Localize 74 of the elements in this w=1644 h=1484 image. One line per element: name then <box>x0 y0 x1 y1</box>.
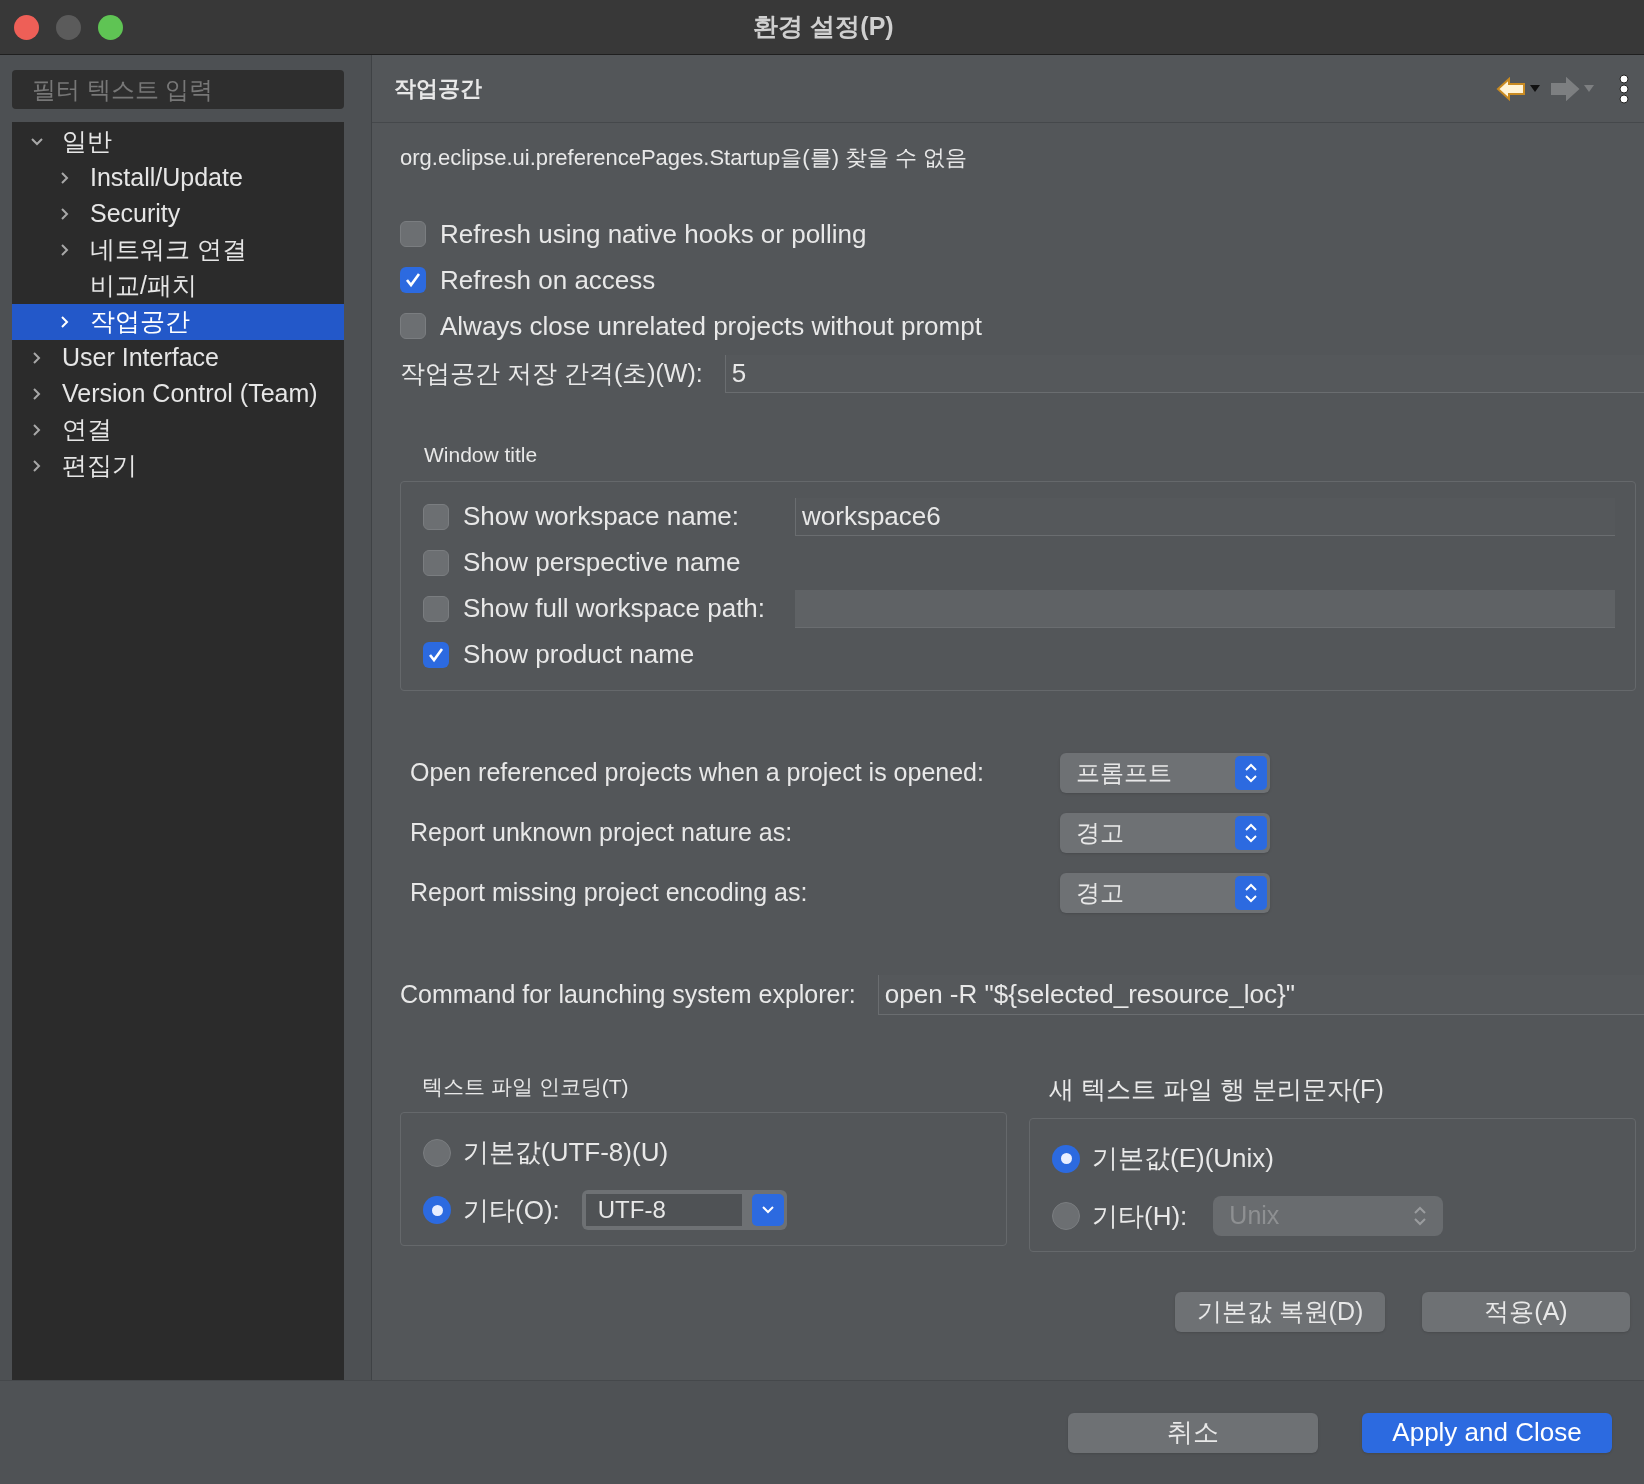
radio-label: 기본값(E)(Unix) <box>1092 1142 1274 1175</box>
dropdown[interactable]: 경고 <box>1060 872 1270 913</box>
group-title: 텍스트 파일 인코딩(T) <box>422 1073 630 1100</box>
checkbox-label: Show full workspace path: <box>463 592 766 625</box>
tree-label: 편집기 <box>62 450 137 482</box>
filter-field[interactable]: 필터 텍스트 입력 <box>12 70 344 109</box>
dropdown-label: Open referenced projects when a project is opened: <box>410 756 985 788</box>
page-button[interactable]: 적용(A) <box>1422 1292 1630 1332</box>
more-menu-icon[interactable] <box>1618 73 1630 104</box>
radio-button[interactable] <box>1052 1144 1080 1173</box>
dropdown-label: Report missing project encoding as: <box>410 876 809 908</box>
page-button[interactable]: 기본값 복원(D) <box>1175 1292 1385 1332</box>
field-label: Command for launching system explorer: <box>400 978 856 1010</box>
group-title: 새 텍스트 파일 행 분리문자(F) <box>1049 1073 1385 1105</box>
error-message: org.eclipse.ui.preferencePages.Startup을(를) 찾을 수 없음 <box>400 144 969 172</box>
checkbox[interactable] <box>400 221 426 247</box>
interval-field[interactable]: 5 <box>724 355 1644 393</box>
tree-label: Install/Update <box>90 162 243 194</box>
dropdown-arrow-icon <box>1530 84 1540 93</box>
checkbox-label: Refresh on access <box>440 264 656 296</box>
tree-label: 비교/패치 <box>90 270 197 302</box>
tree-label: 연결 <box>62 414 112 446</box>
primary-button[interactable]: Apply and Close <box>1362 1412 1612 1453</box>
checkbox[interactable] <box>423 503 449 530</box>
tree-label: Security <box>90 198 181 230</box>
combo-box[interactable]: UTF-8 <box>581 1190 787 1230</box>
checkbox-label: Refresh using native hooks or polling <box>440 218 867 250</box>
tree-label: Version Control (Team) <box>62 378 318 410</box>
close-button[interactable] <box>14 14 39 40</box>
page-title: 작업공간 <box>394 75 482 103</box>
up-down-arrows-icon <box>1413 1204 1428 1228</box>
checkbox-label: Show product name <box>463 638 695 671</box>
right-arrow-icon <box>1550 76 1580 101</box>
field-label: 작업공간 저장 간격(초)(W): <box>400 358 703 390</box>
radio-button[interactable] <box>423 1138 451 1167</box>
checkbox-label: Show workspace name: <box>463 500 740 533</box>
window-title: 환경 설정(P) <box>753 11 894 43</box>
checkbox[interactable] <box>423 595 449 622</box>
checkbox-label: Show perspective name <box>463 546 741 579</box>
radio-label: 기본값(UTF-8)(U) <box>463 1136 669 1169</box>
tree-label: 네트워크 연결 <box>90 234 247 266</box>
dropdown-label: Report unknown project nature as: <box>410 816 794 848</box>
checkbox[interactable] <box>400 313 426 339</box>
checkmark-icon <box>404 271 422 289</box>
tree-item[interactable]: 네트워크 연결 <box>12 232 344 268</box>
radio-label: 기타(H): <box>1092 1199 1188 1233</box>
tree-item[interactable]: 비교/패치 <box>12 268 344 304</box>
text-field[interactable]: workspace6 <box>795 497 1615 536</box>
tree-item[interactable]: User Interface <box>12 340 344 376</box>
checkbox[interactable] <box>423 641 449 668</box>
tree-label: User Interface <box>62 342 219 374</box>
tree-item[interactable]: Install/Update <box>12 160 344 196</box>
command-field[interactable]: open -R "${selected_resource_loc}" <box>877 974 1644 1015</box>
dialog-button[interactable]: 취소 <box>1068 1412 1318 1453</box>
tree-label: 작업공간 <box>90 306 190 338</box>
tree-item[interactable]: 일반 <box>12 124 344 160</box>
dropdown[interactable]: 프롬프트 <box>1060 752 1270 793</box>
radio-label: 기타(O): <box>463 1193 560 1227</box>
checkbox-label: Always close unrelated projects without prompt <box>440 310 982 342</box>
tree-item[interactable]: Version Control (Team) <box>12 376 344 412</box>
checkbox[interactable] <box>400 267 426 293</box>
tree-label: 일반 <box>62 126 112 158</box>
zoom-button[interactable] <box>98 14 123 40</box>
left-arrow-icon <box>1496 76 1526 101</box>
radio-button[interactable] <box>423 1196 451 1224</box>
back-button[interactable] <box>1496 76 1540 101</box>
tree-item[interactable]: 작업공간 <box>12 304 344 340</box>
tree-item[interactable]: 연결 <box>12 412 344 448</box>
dropdown[interactable]: 경고 <box>1060 812 1270 853</box>
tree-item[interactable]: Security <box>12 196 344 232</box>
group-title: Window title <box>424 442 539 468</box>
tree-item[interactable]: 편집기 <box>12 448 344 484</box>
dropdown-arrow-icon <box>1584 84 1594 93</box>
checkbox[interactable] <box>423 549 449 576</box>
